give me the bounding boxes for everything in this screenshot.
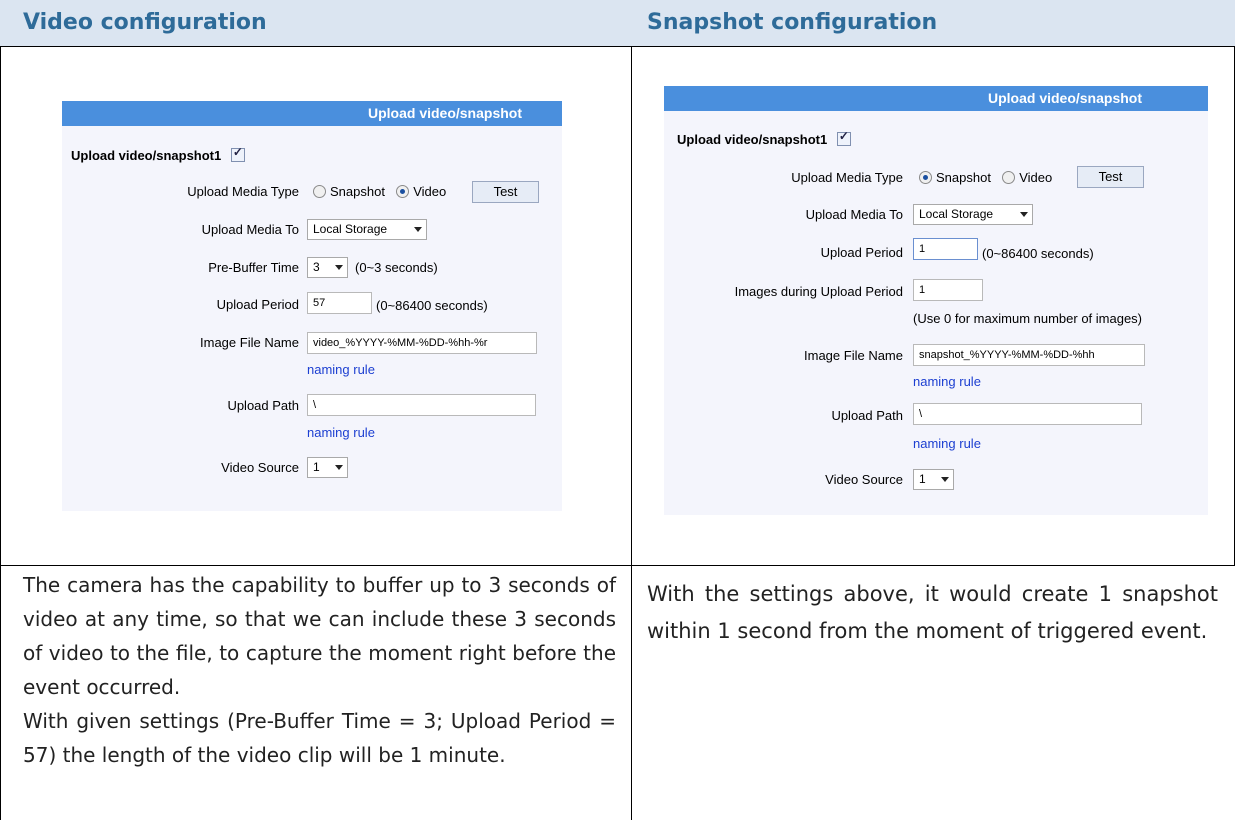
media-to-select[interactable]: Local Storage [913,204,1033,225]
naming-rule-link[interactable]: naming rule [307,425,375,440]
video-radio[interactable] [396,185,410,198]
test-button[interactable]: Test [1077,166,1144,188]
media-type-label: Upload Media Type [791,170,903,185]
prebuffer-hint: (0~3 seconds) [355,260,438,275]
upload-period-hint: (0~86400 seconds) [982,246,1094,261]
video-configuration-heading: Video configuration [0,0,632,46]
table-line [0,46,1235,47]
upload-period-input[interactable]: 57 [307,292,372,314]
chevron-down-icon [941,477,949,482]
prebuffer-label: Pre-Buffer Time [208,260,299,275]
prebuffer-value: 3 [313,260,320,274]
naming-rule-link[interactable]: naming rule [307,362,375,377]
upload-path-label: Upload Path [831,408,903,423]
images-during-period-label: Images during Upload Period [734,284,903,299]
upload-enable-checkbox[interactable] [836,129,851,146]
upload-path-label: Upload Path [227,398,299,413]
snapshot-radio[interactable] [919,171,932,184]
filename-input[interactable]: video_%YYYY-%MM-%DD-%hh-%r [307,332,537,354]
upload-path-input[interactable]: \ [913,403,1142,425]
snapshot-description-paragraph: With the settings above, it would create… [647,582,1218,643]
snapshot-radio-label: Snapshot [936,170,991,185]
chevron-down-icon [1020,212,1028,217]
snapshot-upload-panel: Upload video/snapshot Upload video/snaps… [664,86,1208,515]
filename-label: Image File Name [804,348,903,363]
video-source-label: Video Source [221,460,299,475]
video-source-value: 1 [919,472,926,486]
upload-enable-checkbox[interactable] [230,145,245,162]
snapshot-radio-label: Snapshot [330,184,385,199]
prebuffer-select[interactable]: 3 [307,257,348,278]
snapshot-configuration-heading: Snapshot configuration [632,0,1235,46]
chevron-down-icon [335,465,343,470]
upload-enable-row: Upload video/snapshot1 [71,145,245,163]
video-description: The camera has the capability to buffer … [23,568,616,772]
video-source-value: 1 [313,460,320,474]
video-description-paragraph: With given settings (Pre-Buffer Time = 3… [23,709,616,767]
table-line [0,46,1,820]
video-radio[interactable] [1002,171,1016,184]
snapshot-description: With the settings above, it would create… [647,576,1218,650]
upload-path-input[interactable]: \ [307,394,536,416]
media-type-label: Upload Media Type [187,184,299,199]
naming-rule-link[interactable]: naming rule [913,374,981,389]
upload-enable-label: Upload video/snapshot1 [71,148,222,163]
upload-period-label: Upload Period [820,245,903,260]
configuration-table: Video configuration Snapshot configurati… [0,0,1235,820]
images-during-period-hint: (Use 0 for maximum number of images) [913,311,1143,326]
video-source-select[interactable]: 1 [307,457,348,478]
upload-period-input[interactable]: 1 [913,238,978,260]
media-type-radios: Snapshot Video [313,184,446,199]
snapshot-radio[interactable] [313,185,326,198]
media-to-label: Upload Media To [805,207,903,222]
table-line [0,565,1235,566]
filename-input[interactable]: snapshot_%YYYY-%MM-%DD-%hh [913,344,1145,366]
media-to-value: Local Storage [313,222,388,236]
media-to-label: Upload Media To [201,222,299,237]
media-to-value: Local Storage [919,207,994,221]
video-upload-panel: Upload video/snapshot Upload video/snaps… [62,101,562,511]
naming-rule-link[interactable]: naming rule [913,436,981,451]
media-to-select[interactable]: Local Storage [307,219,427,240]
upload-period-hint: (0~86400 seconds) [376,298,488,313]
upload-enable-label: Upload video/snapshot1 [677,132,828,147]
chevron-down-icon [414,227,422,232]
test-button[interactable]: Test [472,181,539,203]
video-source-select[interactable]: 1 [913,469,954,490]
panel-title: Upload video/snapshot [62,101,562,126]
media-type-radios: Snapshot Video [919,170,1052,185]
filename-label: Image File Name [200,335,299,350]
images-during-period-input[interactable]: 1 [913,279,983,301]
chevron-down-icon [335,265,343,270]
upload-period-label: Upload Period [216,297,299,312]
upload-enable-row: Upload video/snapshot1 [677,129,851,147]
video-radio-label: Video [413,184,447,199]
video-radio-label: Video [1019,170,1053,185]
video-description-paragraph: The camera has the capability to buffer … [23,573,616,699]
panel-title: Upload video/snapshot [664,86,1208,111]
video-source-label: Video Source [825,472,903,487]
table-line [631,46,632,820]
